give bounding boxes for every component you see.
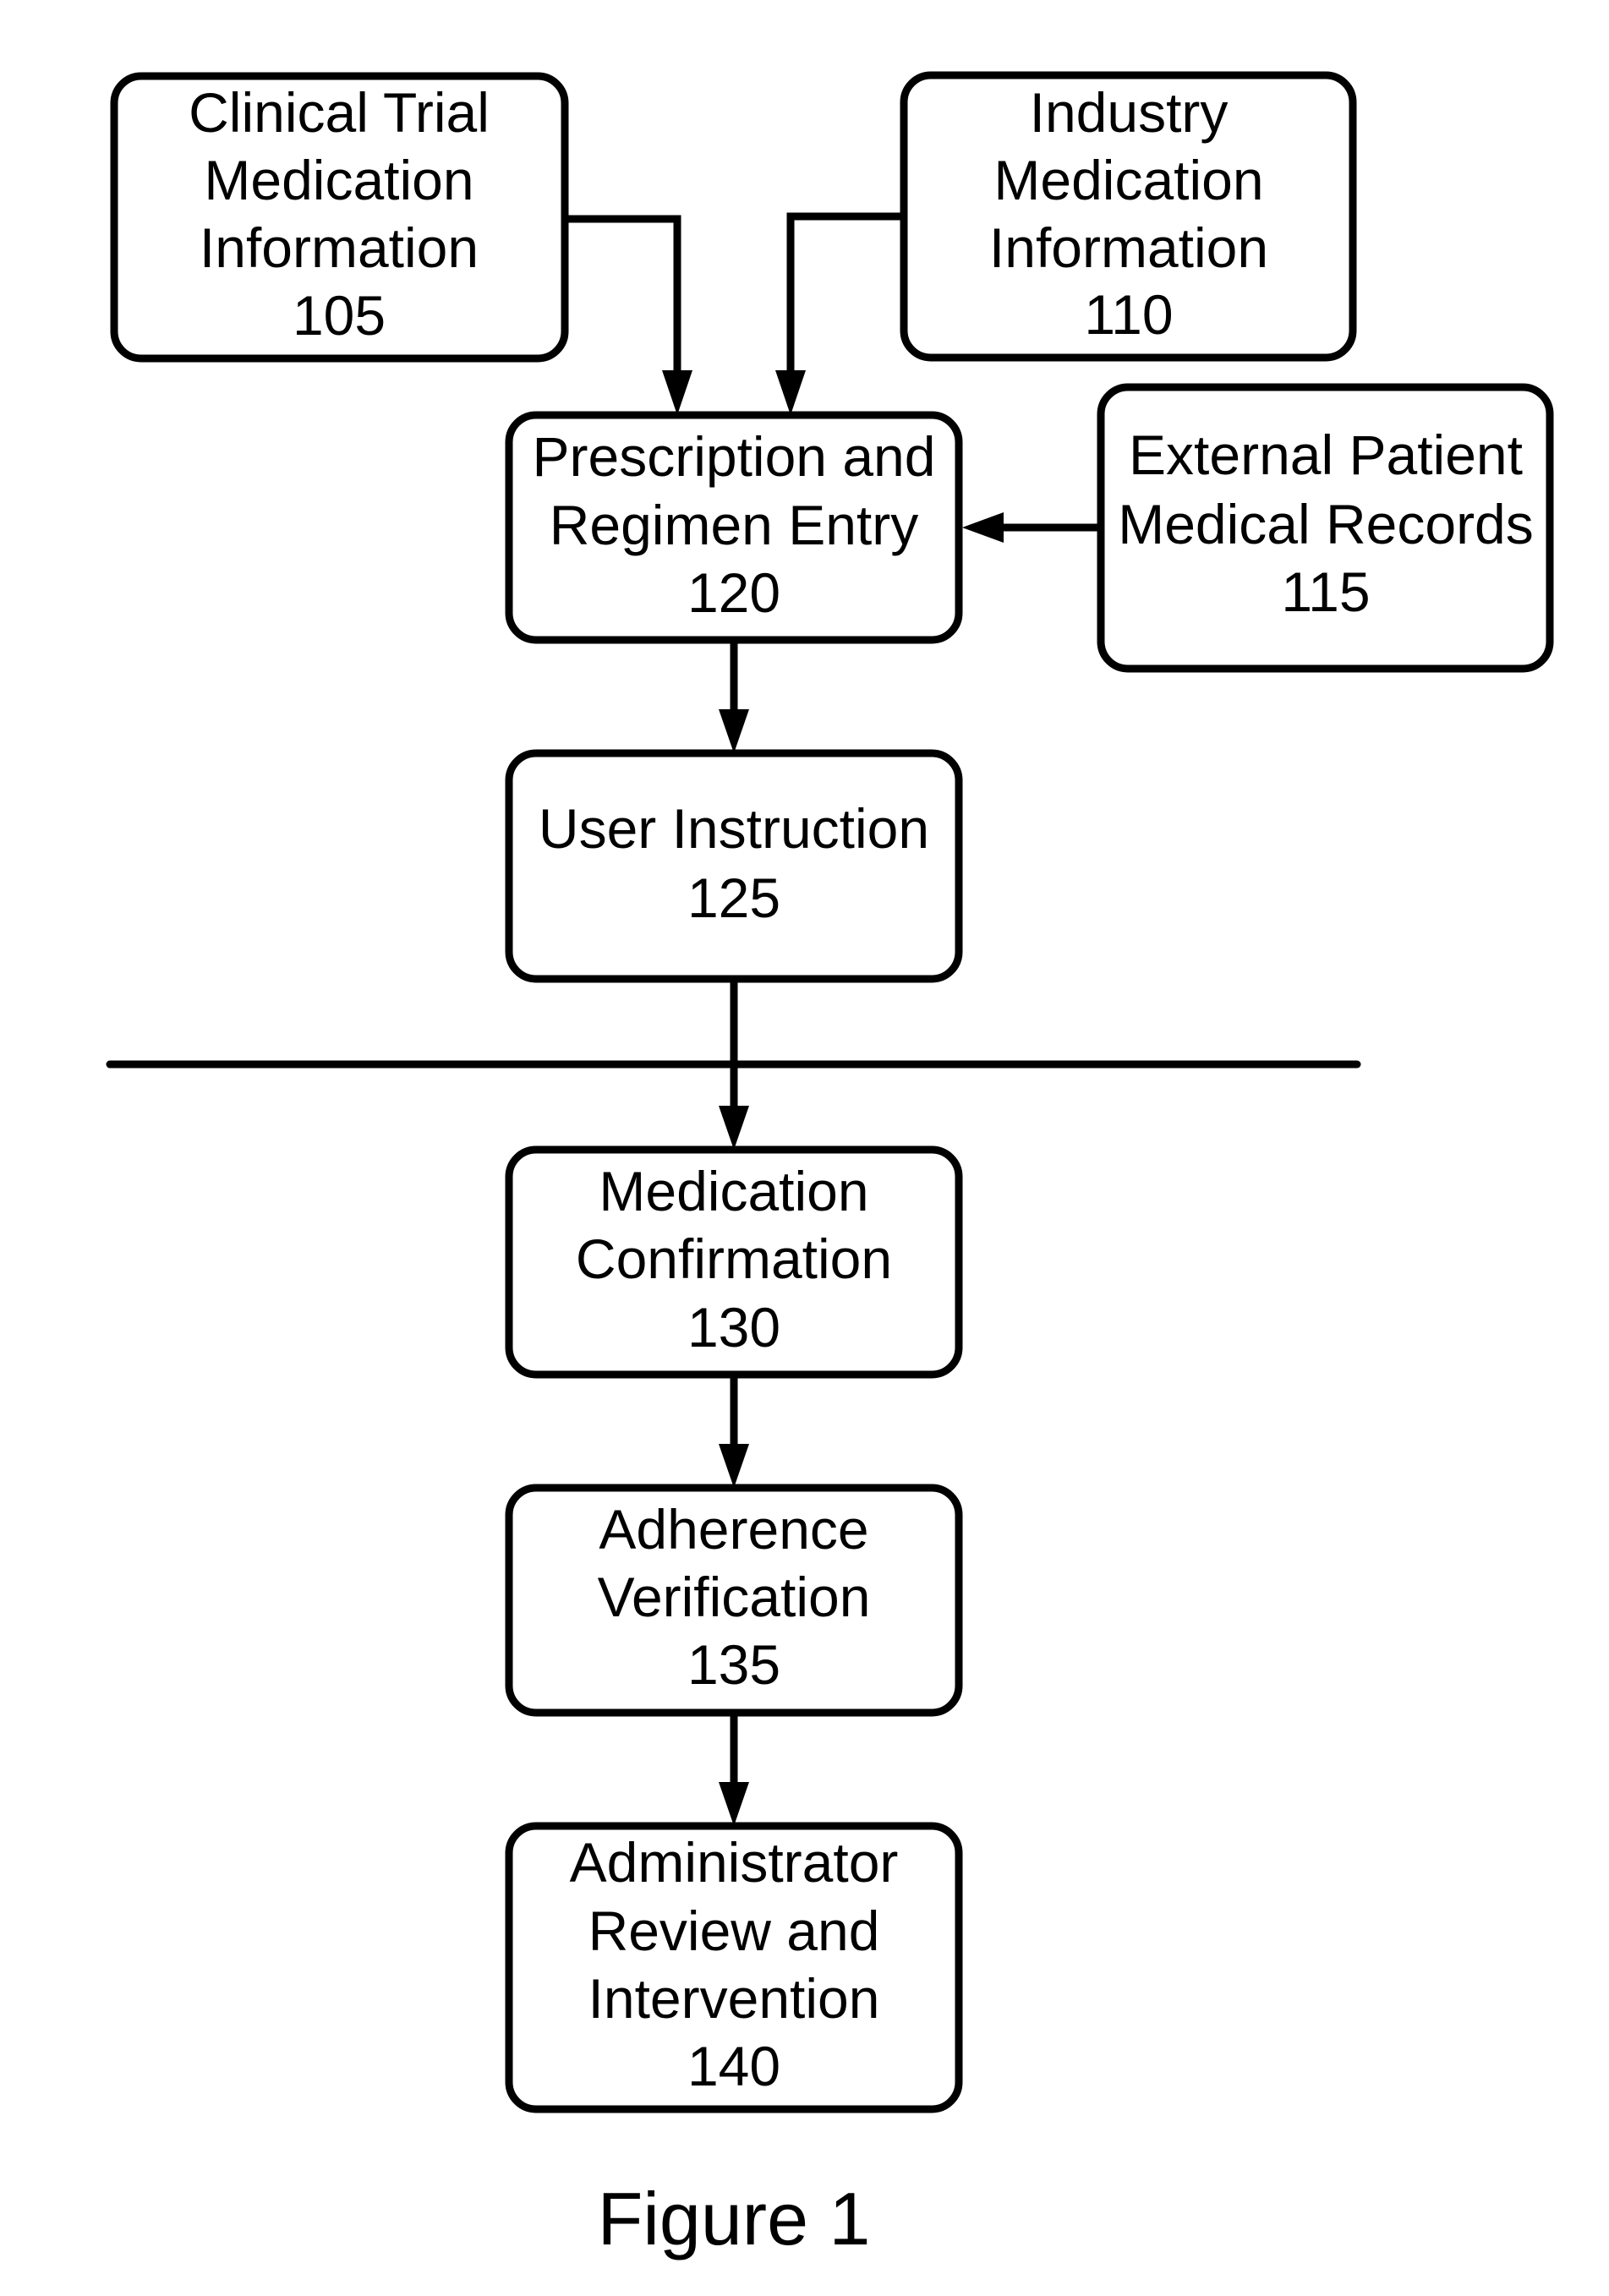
node-120-line-2: Regimen Entry — [550, 494, 919, 556]
node-user-instruction: User Instruction 125 — [505, 749, 963, 983]
arrowhead-105-to-120 — [662, 370, 692, 415]
node-130-line-1: Medication — [599, 1160, 868, 1222]
node-administrator-review-and-intervention: Administrator Review and Intervention 14… — [505, 1822, 963, 2113]
arrowhead-135-to-140 — [719, 1782, 749, 1826]
node-110-ref-number: 110 — [1084, 283, 1173, 346]
node-140-ref-number: 140 — [687, 2035, 780, 2097]
node-140-line-1: Administrator — [570, 1831, 899, 1894]
node-105-line-3: Information — [200, 216, 479, 279]
node-105-ref-number: 105 — [293, 284, 386, 347]
flowchart-figure: Clinical Trial Medication Information 10… — [106, 71, 1554, 2260]
node-130-ref-number: 130 — [687, 1296, 780, 1358]
edge-105-to-120 — [565, 215, 681, 376]
node-adherence-verification: Adherence Verification 135 — [505, 1484, 963, 1717]
node-120-line-1: Prescription and — [533, 425, 936, 488]
edge-110-to-120 — [786, 212, 904, 376]
node-130-line-2: Confirmation — [576, 1227, 892, 1290]
node-external-patient-medical-records: External Patient Medical Records 115 — [1097, 383, 1554, 673]
node-140-line-2: Review and — [588, 1900, 880, 1962]
arrowhead-125-to-130 — [719, 1106, 749, 1150]
arrowhead-130-to-135 — [719, 1444, 749, 1488]
node-prescription-and-regimen-entry: Prescription and Regimen Entry 120 — [505, 411, 963, 644]
arrowhead-120-to-125 — [719, 709, 749, 753]
arrowhead-115-to-120 — [962, 512, 1004, 543]
node-115-line-1: External Patient — [1129, 424, 1523, 486]
node-125-ref-number: 125 — [687, 866, 780, 929]
node-105-line-1: Clinical Trial — [189, 81, 490, 144]
node-135-ref-number: 135 — [687, 1633, 780, 1696]
figure-caption: Figure 1 — [598, 2177, 871, 2260]
node-110-line-2: Medication — [993, 149, 1263, 211]
node-135-line-2: Verification — [598, 1566, 871, 1628]
node-135-line-1: Adherence — [599, 1498, 868, 1561]
node-110-line-3: Information — [989, 216, 1268, 279]
node-110-line-1: Industry — [1030, 81, 1229, 144]
node-medication-confirmation: Medication Confirmation 130 — [505, 1145, 963, 1379]
node-clinical-trial-medication-information: Clinical Trial Medication Information 10… — [110, 72, 569, 363]
node-105-line-2: Medication — [204, 149, 473, 211]
node-115-ref-number: 115 — [1281, 560, 1370, 623]
node-125-line-1: User Instruction — [539, 797, 929, 860]
node-140-line-3: Intervention — [588, 1967, 880, 2030]
arrowhead-110-to-120 — [775, 370, 806, 415]
node-115-line-2: Medical Records — [1118, 493, 1534, 555]
node-120-ref-number: 120 — [687, 561, 780, 624]
node-industry-medication-information: Industry Medication Information 110 — [900, 71, 1357, 362]
